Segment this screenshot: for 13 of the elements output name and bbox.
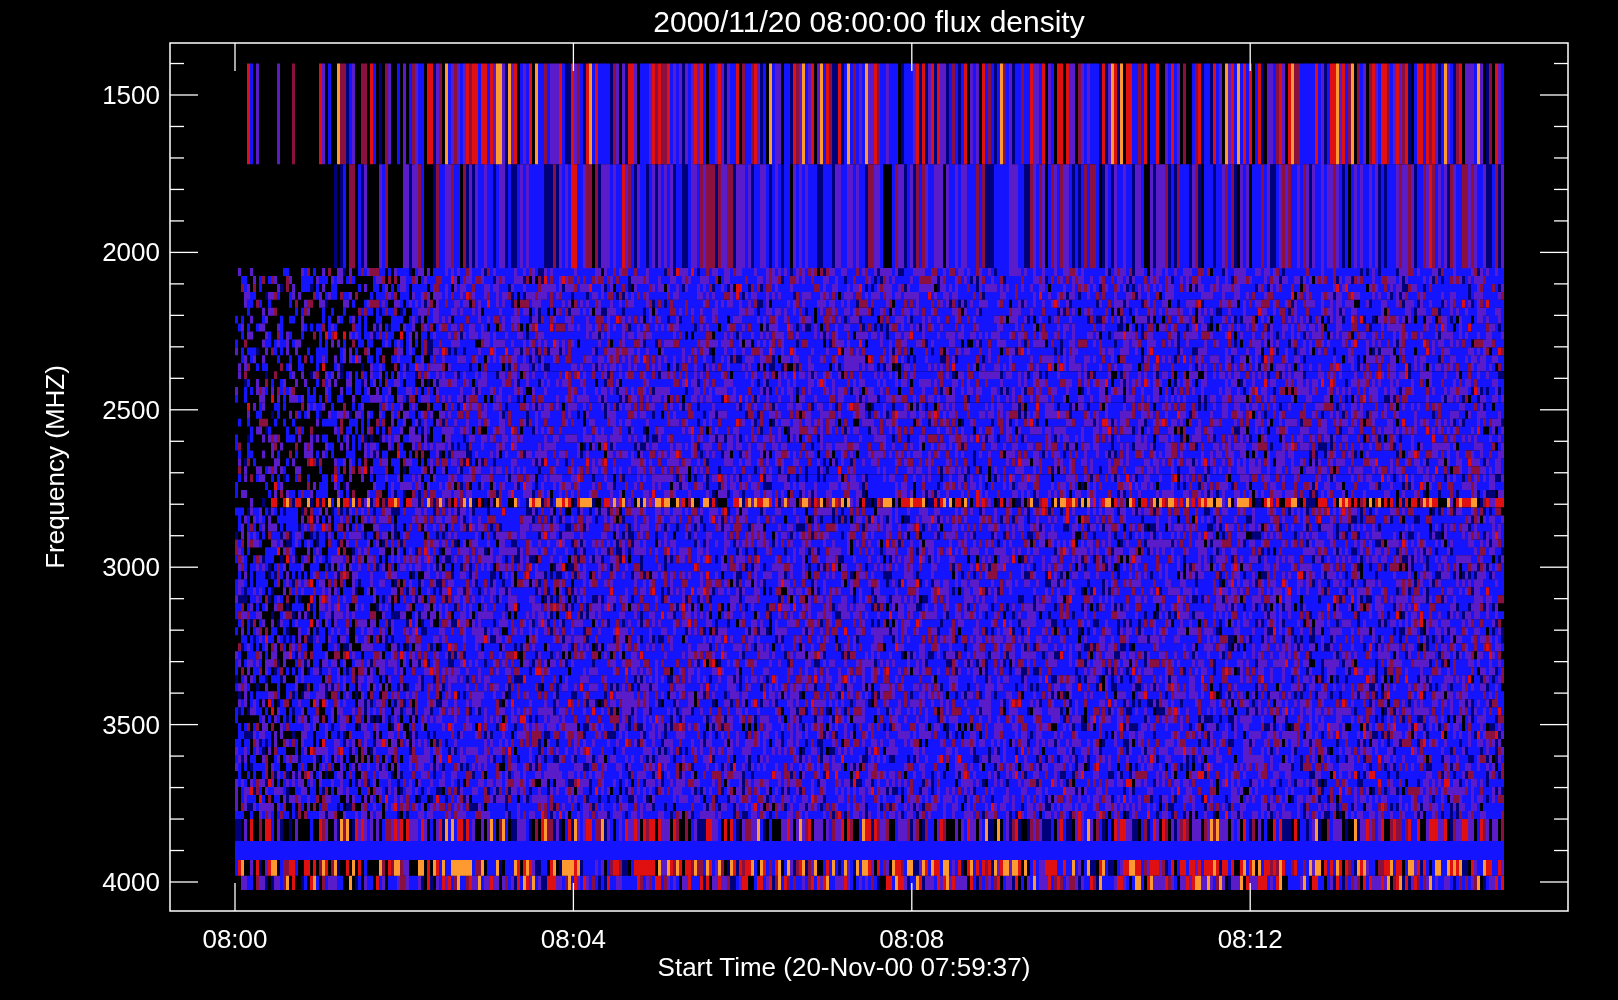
y-tick-label: 4000 [102,867,160,897]
y-tick-label: 2000 [102,237,160,268]
y-tick-label: 3000 [102,552,160,583]
x-axis-label: Start Time (20-Nov-00 07:59:37) [657,952,1031,982]
y-tick-label: 2500 [102,394,160,425]
x-tick-label: 08:08 [879,924,945,954]
x-tick-label: 08:04 [540,924,606,954]
y-tick-label: 1500 [102,80,160,110]
chart-title: 2000/11/20 08:00:00 flux density [653,5,1085,38]
y-tick-label: 3500 [102,709,160,740]
x-tick-label: 08:12 [1217,924,1283,954]
x-tick-label: 08:00 [202,924,268,954]
y-axis-label: Frequency (MHZ) [40,365,70,569]
